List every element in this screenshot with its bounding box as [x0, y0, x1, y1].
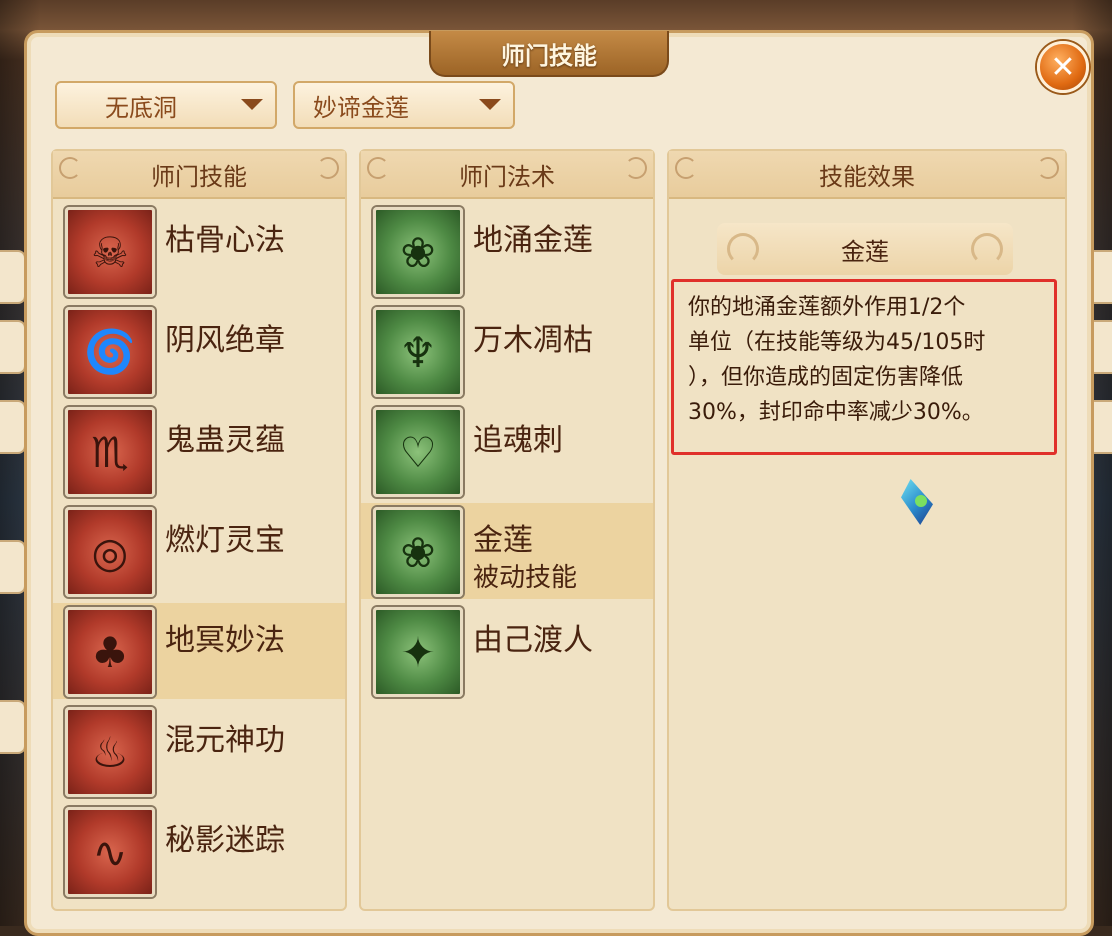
- scorpion-icon-glyph: ♏: [91, 427, 129, 477]
- effect-column-header: 技能效果: [669, 151, 1065, 199]
- effect-line: ），但你造成的固定伤害降低: [688, 365, 964, 390]
- withered-tree-icon: ♆: [373, 307, 463, 397]
- pierced-heart-icon-glyph: ♡: [399, 427, 437, 477]
- mushroom-icon-glyph: ♣: [91, 627, 129, 677]
- scroll-ornament-icon: [1037, 157, 1059, 179]
- withered-tree-icon-glyph: ♆: [399, 327, 437, 377]
- side-tab-left: [0, 700, 26, 754]
- spell-row[interactable]: ❀ 金莲被动技能: [361, 503, 653, 599]
- skill-name: 燃灯灵宝: [165, 523, 285, 558]
- lotus-icon-glyph: ❀: [400, 227, 436, 277]
- scorpion-icon: ♏: [65, 407, 155, 497]
- gem-core: [915, 495, 927, 507]
- skill-row[interactable]: ♏ 鬼蛊灵蕴: [53, 403, 345, 499]
- spell-name: 追魂刺: [473, 423, 563, 458]
- skills-header-label: 师门技能: [151, 162, 247, 191]
- skill-name: 地冥妙法: [165, 623, 285, 658]
- scroll-ornament-icon: [317, 157, 339, 179]
- sparkle-hand-icon-glyph: ✦: [400, 627, 436, 677]
- skeleton-sword-icon: ☠: [65, 207, 155, 297]
- side-tab-left: [0, 400, 26, 454]
- chevron-down-icon: [479, 99, 501, 110]
- subset-dropdown[interactable]: 妙谛金莲: [293, 81, 515, 129]
- skill-row[interactable]: ∿ 秘影迷踪: [53, 803, 345, 899]
- close-icon: ✕: [1050, 49, 1076, 85]
- whirlwind-icon-glyph: 🌀: [83, 327, 137, 376]
- spell-name: 金莲: [473, 523, 533, 558]
- skill-row[interactable]: ◎ 燃灯灵宝: [53, 503, 345, 599]
- window-title-plaque: 师门技能: [429, 31, 669, 77]
- pierced-heart-icon: ♡: [373, 407, 463, 497]
- side-tab-left: [0, 540, 26, 594]
- spell-row[interactable]: ♡ 追魂刺: [361, 403, 653, 499]
- scroll-ornament-icon: [367, 157, 389, 179]
- chevron-down-icon: [241, 99, 263, 110]
- close-button[interactable]: ✕: [1037, 41, 1089, 93]
- skill-name: 混元神功: [165, 723, 285, 758]
- coin-seal-icon-glyph: ◎: [91, 527, 129, 577]
- skill-name: 枯骨心法: [165, 223, 285, 258]
- spell-type: 被动技能: [473, 563, 578, 593]
- effect-line: 30%，封印命中率减少30%。: [688, 400, 984, 425]
- skill-name: 秘影迷踪: [165, 823, 285, 858]
- lotus-icon-glyph: ❀: [400, 527, 436, 577]
- subset-dropdown-value: 妙谛金莲: [313, 93, 409, 122]
- skills-column: 师门技能 ☠ 枯骨心法 🌀 阴风绝章 ♏ 鬼蛊灵蕴 ◎ 燃灯灵宝 ♣ 地冥妙法 ♨ 混元神功 ∿ 秘影迷踪: [51, 149, 347, 911]
- effect-line: 你的地涌金莲额外作用1/2个: [688, 295, 966, 320]
- spells-column-header: 师门法术: [361, 151, 653, 199]
- spell-name: 万木凋枯: [473, 323, 593, 358]
- lotus-icon: ❀: [373, 207, 463, 297]
- effect-title-plaque: 金莲: [717, 223, 1013, 275]
- skills-window: 师门技能 ✕ 无底洞 妙谛金莲 师门技能 ☠ 枯骨心法 🌀 阴风绝章 ♏ 鬼蛊灵蕴 ◎ 燃灯灵…: [24, 30, 1094, 936]
- smoke-swirl-icon: ∿: [65, 807, 155, 897]
- skill-row[interactable]: ☠ 枯骨心法: [53, 203, 345, 299]
- whirlwind-icon: 🌀: [65, 307, 155, 397]
- skill-row[interactable]: 🌀 阴风绝章: [53, 303, 345, 399]
- spell-row[interactable]: ❀ 地涌金莲: [361, 203, 653, 299]
- scroll-ornament-icon: [625, 157, 647, 179]
- window-title: 师门技能: [501, 41, 597, 70]
- effect-header-label: 技能效果: [819, 162, 915, 191]
- spell-row[interactable]: ♆ 万木凋枯: [361, 303, 653, 399]
- side-tab-left: [0, 250, 26, 304]
- spells-column: 师门法术 ❀ 地涌金莲 ♆ 万木凋枯 ♡ 追魂刺 ❀ 金莲被动技能 ✦ 由己渡人: [359, 149, 655, 911]
- skill-row[interactable]: ♨ 混元神功: [53, 703, 345, 799]
- effect-column: 技能效果 金莲 你的地涌金莲额外作用1/2个 单位（在技能等级为45/105时 …: [667, 149, 1067, 911]
- skill-row[interactable]: ♣ 地冥妙法: [53, 603, 345, 699]
- effect-line: 单位（在技能等级为45/105时: [688, 330, 986, 355]
- smoke-swirl-icon-glyph: ∿: [92, 827, 128, 877]
- faction-dropdown-value: 无底洞: [105, 93, 177, 122]
- cloud-ornament-icon: [971, 233, 1003, 265]
- effect-title: 金莲: [841, 237, 889, 266]
- cloud-ornament-icon: [727, 233, 759, 265]
- faction-dropdown[interactable]: 无底洞: [55, 81, 277, 129]
- scroll-ornament-icon: [59, 157, 81, 179]
- lotus-icon: ❀: [373, 507, 463, 597]
- spell-row[interactable]: ✦ 由己渡人: [361, 603, 653, 699]
- scroll-ornament-icon: [675, 157, 697, 179]
- coin-seal-icon: ◎: [65, 507, 155, 597]
- spell-name: 由己渡人: [473, 623, 593, 658]
- skill-name: 鬼蛊灵蕴: [165, 423, 285, 458]
- spells-header-label: 师门法术: [459, 162, 555, 191]
- effect-description: 你的地涌金莲额外作用1/2个 单位（在技能等级为45/105时 ），但你造成的固…: [671, 279, 1057, 455]
- cauldron-icon: ♨: [65, 707, 155, 797]
- mushroom-icon: ♣: [65, 607, 155, 697]
- skills-column-header: 师门技能: [53, 151, 345, 199]
- side-tab-left: [0, 320, 26, 374]
- sparkle-hand-icon: ✦: [373, 607, 463, 697]
- skill-name: 阴风绝章: [165, 323, 285, 358]
- skeleton-sword-icon-glyph: ☠: [91, 227, 129, 277]
- spell-name: 地涌金莲: [473, 223, 593, 258]
- cauldron-icon-glyph: ♨: [91, 727, 129, 777]
